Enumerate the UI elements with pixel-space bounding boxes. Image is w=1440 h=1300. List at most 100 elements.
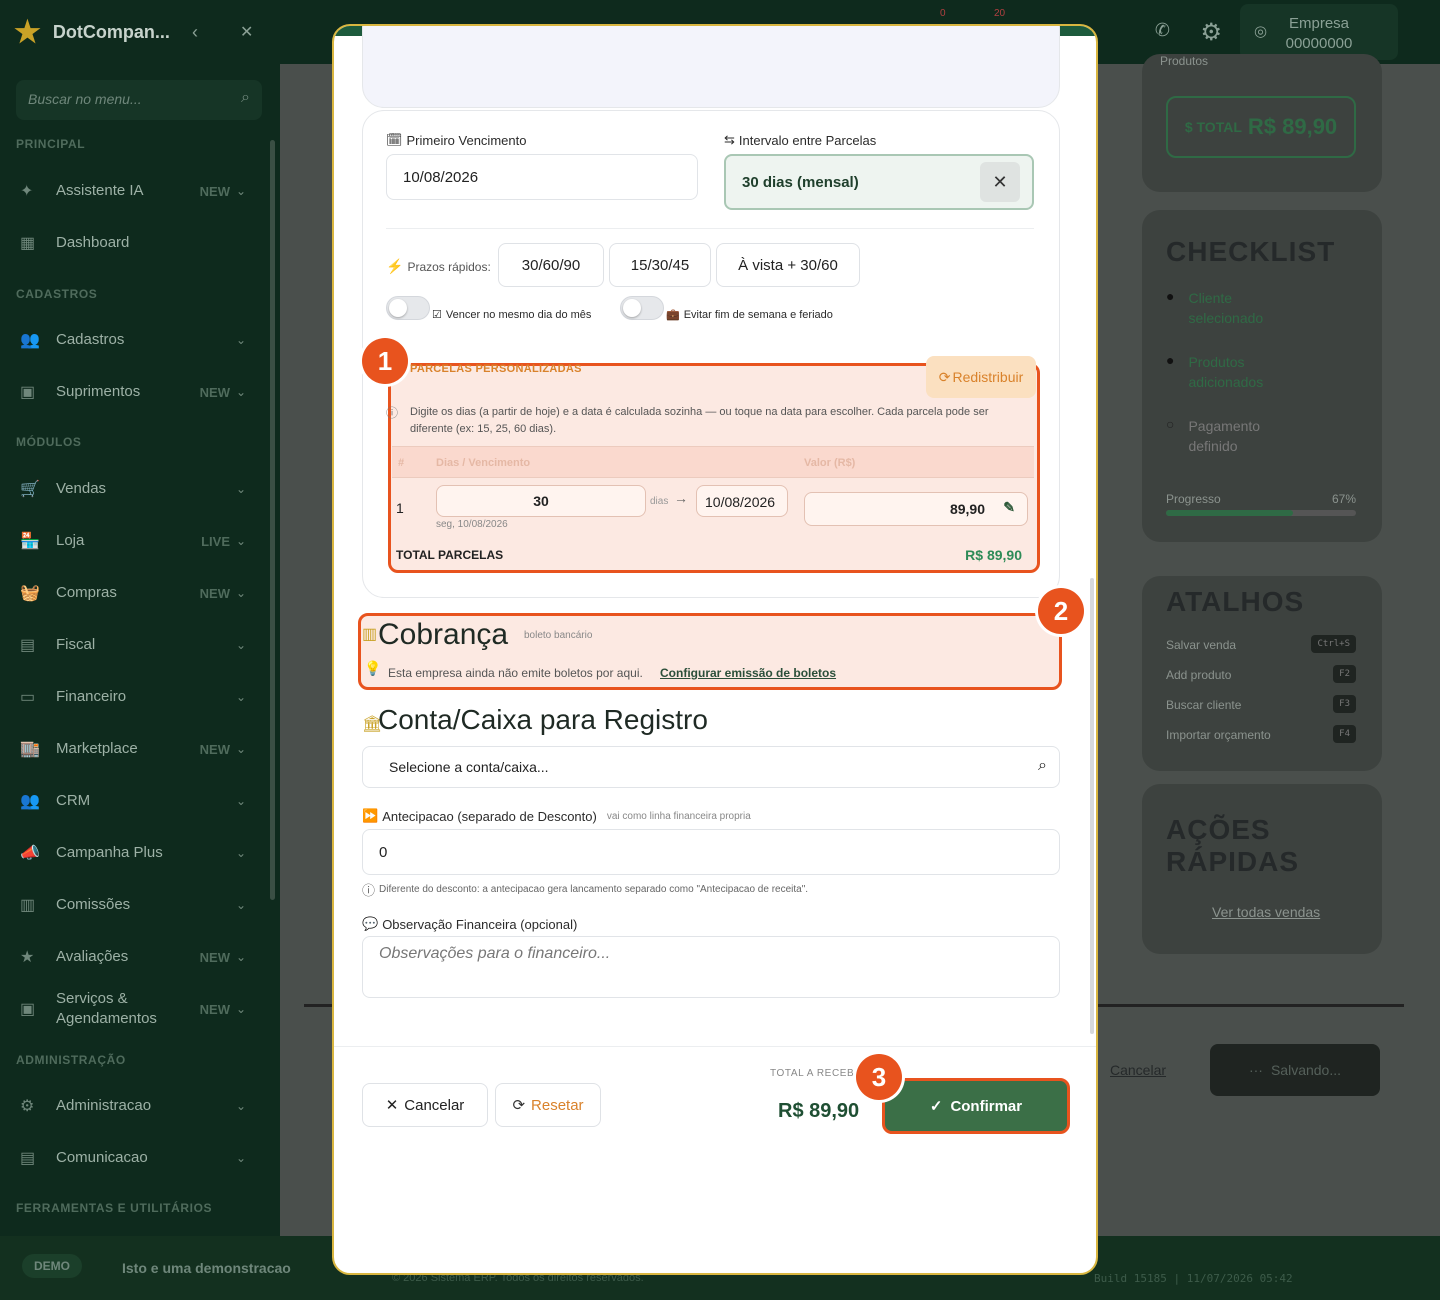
bg-cancel-link[interactable]: Cancelar: [1110, 1062, 1166, 1078]
settings-gear-icon[interactable]: ⚙: [1200, 18, 1222, 47]
close-icon: ✕: [385, 1097, 399, 1114]
sidebar-item[interactable]: ▤ Fiscal ⌄: [20, 625, 260, 665]
installment-number: 1: [396, 500, 404, 516]
shortcut-key: F2: [1333, 665, 1356, 683]
checklist-title: CHECKLIST: [1166, 236, 1336, 267]
edit-pencil-icon[interactable]: ✎: [1003, 499, 1015, 516]
whatsapp-icon[interactable]: ✆: [1155, 20, 1170, 41]
users-icon: 👥: [20, 332, 40, 349]
brand[interactable]: ★ DotCompan... ‹ ✕: [14, 12, 253, 52]
quick-term-30-60-90[interactable]: 30/60/90: [498, 243, 604, 287]
quick-term-15-30-45[interactable]: 15/30/45: [609, 243, 711, 287]
logo-star-icon: ★: [14, 15, 41, 49]
quick-term-avista-30-60[interactable]: À vista + 30/60: [716, 243, 860, 287]
shortcut-row: Add produto F2: [1166, 665, 1356, 683]
total-receive-value: R$ 89,90: [778, 1100, 860, 1122]
avoid-weekend-toggle[interactable]: [620, 296, 664, 320]
sparkle-icon: ✦: [20, 183, 34, 200]
sidebar-item-badge: NEW: [199, 949, 230, 965]
calendar-icon: ▣: [20, 1001, 36, 1018]
empty-circle-icon: ○: [1166, 416, 1175, 432]
megaphone-icon: 📣: [20, 845, 40, 862]
comment-icon: 💬: [362, 916, 379, 931]
same-day-toggle[interactable]: [386, 296, 430, 320]
clear-icon[interactable]: ✕: [980, 162, 1020, 202]
collapse-icon[interactable]: ‹: [192, 22, 198, 43]
sidebar-item[interactable]: 📣 Campanha Plus ⌄: [20, 833, 260, 873]
chevron-down-icon: ⌄: [235, 846, 246, 860]
sidebar-item[interactable]: ▭ Financeiro ⌄: [20, 677, 260, 717]
financial-notes-textarea[interactable]: Observações para o financeiro...: [362, 936, 1060, 998]
reset-button[interactable]: ⟳ Resetar: [495, 1083, 601, 1127]
saving-button[interactable]: ··· Salvando...: [1210, 1044, 1380, 1096]
first-due-date-input[interactable]: 10/08/2026: [386, 154, 698, 200]
chevron-down-icon: ⌄: [235, 385, 246, 399]
installment-date-input[interactable]: 10/08/2026: [696, 485, 788, 517]
info-icon: ⓘ: [362, 883, 376, 898]
redistribute-button[interactable]: ⟳ Redistribuir: [926, 356, 1036, 398]
installment-value-input[interactable]: 89,90 ✎: [804, 492, 1028, 526]
sidebar-item[interactable]: ⚙ Administracao ⌄: [20, 1086, 260, 1126]
sidebar-search-input[interactable]: Buscar no menu... ⌕: [16, 80, 262, 120]
store-icon: 🏪: [20, 533, 40, 550]
anticipation-input[interactable]: 0: [362, 829, 1060, 875]
sidebar-scrollbar[interactable]: [270, 140, 275, 900]
sidebar-item[interactable]: ▣ Suprimentos NEW ⌄: [20, 372, 260, 412]
payment-modal: 🗓 Primeiro Vencimento 10/08/2026 ⇆ Inter…: [332, 24, 1098, 1275]
chevron-down-icon: ⌄: [235, 690, 246, 704]
chevron-down-icon: ⌄: [235, 482, 246, 496]
calendar-check-icon: ☑: [432, 309, 442, 321]
quick-actions-card: AÇÕES RÁPIDAS Ver todas vendas: [1142, 784, 1382, 954]
sidebar-item[interactable]: 👥 CRM ⌄: [20, 781, 260, 821]
sidebar-item-label: CRM: [56, 792, 91, 809]
sidebar-item[interactable]: 👥 Cadastros ⌄: [20, 320, 260, 360]
sidebar-item-label: Serviços & Agendamentos: [56, 990, 157, 1027]
installment-days-input[interactable]: 30: [436, 485, 646, 517]
section-title: MÓDULOS: [16, 435, 82, 449]
see-all-sales-link[interactable]: Ver todas vendas: [1212, 904, 1320, 920]
shortcut-key: F4: [1333, 725, 1356, 743]
sidebar-item-label: Dashboard: [56, 234, 130, 251]
company-selector[interactable]: ◎ Empresa 00000000: [1240, 4, 1398, 60]
interval-select[interactable]: 30 dias (mensal) ✕: [724, 154, 1034, 210]
chevron-down-icon: ⌄: [235, 333, 246, 347]
sidebar-item[interactable]: 🧺 Compras NEW ⌄: [20, 573, 260, 613]
account-select[interactable]: Selecione a conta/caixa... ⌕: [362, 746, 1060, 788]
sidebar-item-label: Comissões: [56, 896, 131, 913]
sidebar-item-label: Assistente IA: [56, 182, 144, 199]
refresh-icon: ⟳: [512, 1097, 526, 1114]
shortcut-row: Buscar cliente F3: [1166, 695, 1356, 713]
sidebar-item[interactable]: 🏪 Loja LIVE ⌄: [20, 521, 260, 561]
sidebar-item[interactable]: ▣ Serviços & Agendamentos NEW ⌄: [20, 989, 260, 1029]
previous-section-panel: [362, 26, 1060, 108]
sidebar-item-label: Campanha Plus: [56, 844, 163, 861]
confirm-button[interactable]: ✓ Confirmar: [882, 1078, 1070, 1134]
chat-icon: ▤: [20, 1150, 36, 1167]
sidebar-item-label: Compras: [56, 584, 117, 601]
total-box: $ TOTAL R$ 89,90: [1166, 96, 1356, 158]
sidebar-item[interactable]: 🛒 Vendas ⌄: [20, 469, 260, 509]
section-title: ADMINISTRAÇÃO: [16, 1053, 126, 1067]
sidebar-item-label: Loja: [56, 532, 85, 549]
sidebar-item[interactable]: ▤ Comunicacao ⌄: [20, 1138, 260, 1178]
account-title: Conta/Caixa para Registro: [378, 704, 708, 735]
total-card: Produtos $ TOTAL R$ 89,90: [1142, 54, 1382, 192]
sidebar-item[interactable]: ✦ Assistente IA NEW ⌄: [20, 171, 260, 211]
sidebar-item[interactable]: ▥ Comissões ⌄: [20, 885, 260, 925]
sidebar-item-badge: NEW: [199, 1001, 230, 1017]
custom-installments-title: PARCELAS PERSONALIZADAS: [410, 363, 582, 375]
cancel-button[interactable]: ✕ Cancelar: [362, 1083, 488, 1127]
chevron-down-icon: ⌄: [235, 586, 246, 600]
sidebar-item[interactable]: 🏬 Marketplace NEW ⌄: [20, 729, 260, 769]
sidebar-item-label: Vendas: [56, 480, 107, 497]
sidebar-item-badge: NEW: [199, 741, 230, 757]
chevron-down-icon: ⌄: [235, 1002, 246, 1016]
sidebar-item[interactable]: ★ Avaliações NEW ⌄: [20, 937, 260, 977]
modal-scrollbar[interactable]: [1090, 578, 1094, 1034]
counter-badge: 0: [940, 8, 946, 19]
search-icon: ⌕: [1038, 757, 1047, 774]
configure-boleto-link[interactable]: Configurar emissão de boletos: [660, 666, 836, 680]
sidebar-item[interactable]: ▦ Dashboard: [20, 223, 260, 263]
sidebar-item-label: Cadastros: [56, 331, 125, 348]
close-icon[interactable]: ✕: [240, 22, 253, 42]
